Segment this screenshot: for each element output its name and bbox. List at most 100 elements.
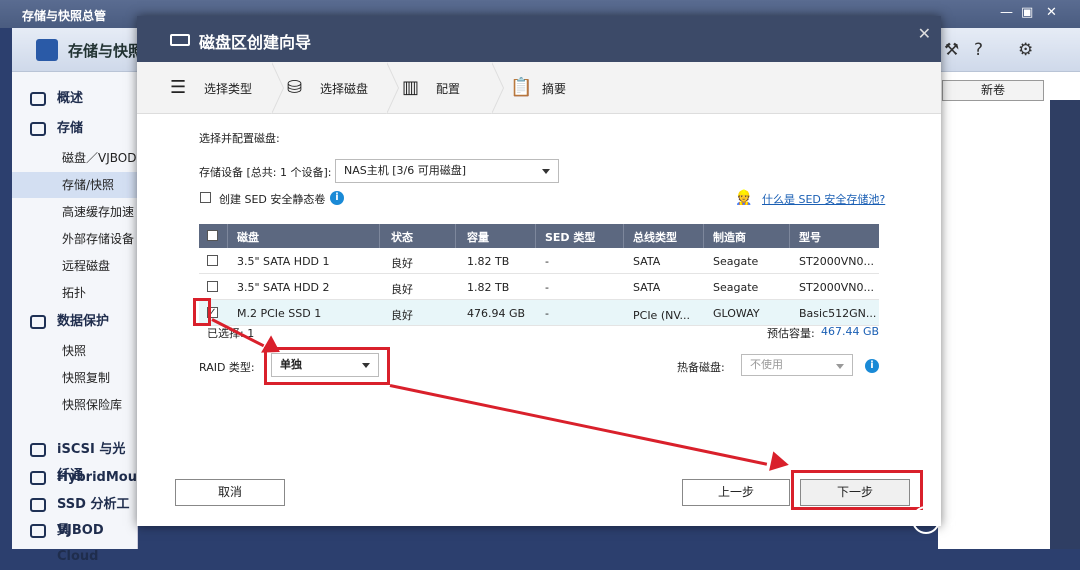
estimated-capacity-label: 预估容量: <box>767 327 815 340</box>
storage-device-select[interactable]: NAS主机 [3/6 可用磁盘] <box>335 159 559 183</box>
step-divider <box>386 62 399 114</box>
minimize-icon[interactable]: — <box>1000 5 1013 20</box>
sidebar-item[interactable]: 快照复制 <box>12 365 138 391</box>
new-volume-button[interactable]: 新卷 <box>942 80 1044 101</box>
row-checkbox[interactable] <box>207 255 218 266</box>
cell-sed: - <box>545 255 549 268</box>
assistant-icon: 👷 <box>735 190 753 206</box>
sed-checkbox[interactable] <box>200 192 211 203</box>
clipboard-icon: 📋 <box>510 77 533 98</box>
cell-bus: SATA <box>633 255 661 268</box>
sidebar-item[interactable]: HybridMount <box>12 465 152 491</box>
annotation-box-checkbox <box>193 298 211 326</box>
col-manufacturer[interactable]: 制造商 <box>713 229 746 245</box>
volume-wizard-dialog: 磁盘区创建向导 ✕ ☰ 选择类型 ⛁ 选择磁盘 ▥ 配置 📋 摘要 选择并配置磁… <box>137 16 941 526</box>
col-model[interactable]: 型号 <box>799 229 821 245</box>
sidebar-item[interactable]: 存储/快照 <box>12 172 138 198</box>
cell-status: 良好 <box>391 309 413 322</box>
step-label: 摘要 <box>542 82 567 96</box>
watermark: 什么值得买 <box>950 514 1050 538</box>
cell-capacity: 476.94 GB <box>467 307 526 320</box>
maximize-icon[interactable]: ▣ <box>1021 5 1033 20</box>
sidebar-item-label: 快照复制 <box>62 371 111 385</box>
cell-model: ST2000VN0... <box>799 255 874 268</box>
info-icon[interactable]: i <box>330 191 344 205</box>
sidebar-item[interactable]: 远程磁盘 <box>12 253 138 279</box>
sidebar-item-label: 高速缓存加速 <box>62 205 135 219</box>
cell-sed: - <box>545 281 549 294</box>
sidebar-item-label: 存储/快照 <box>62 178 115 192</box>
tools-icon[interactable]: ⚒ <box>944 40 959 60</box>
background-strip <box>1050 100 1080 549</box>
cell-status: 良好 <box>391 257 413 270</box>
storage-device-value: NAS主机 [3/6 可用磁盘] <box>344 164 467 177</box>
table-row[interactable]: 3.5" SATA HDD 1 良好 1.82 TB - SATA Seagate ST20… <box>199 248 879 274</box>
step-label: 选择磁盘 <box>320 82 369 96</box>
hot-spare-value: 不使用 <box>750 358 783 371</box>
hot-spare-select[interactable]: 不使用 <box>741 354 853 376</box>
cell-disk: 3.5" SATA HDD 1 <box>237 255 330 268</box>
settings-gear-icon[interactable]: ⚙ <box>1018 40 1033 60</box>
section-title: 选择并配置磁盘: <box>199 132 280 145</box>
sidebar-item[interactable]: 快照 <box>12 338 138 364</box>
sidebar-item[interactable]: 高速缓存加速 <box>12 199 138 225</box>
cancel-button[interactable]: 取消 <box>175 479 285 506</box>
cell-model: ST2000VN0... <box>799 281 874 294</box>
select-all-checkbox[interactable] <box>207 230 218 241</box>
close-window-icon[interactable]: ✕ <box>1046 5 1057 20</box>
nav-icon <box>30 122 46 136</box>
sidebar-item[interactable]: 数据保护 <box>12 309 138 335</box>
nav-icon <box>30 443 46 457</box>
info-icon[interactable]: i <box>865 359 879 373</box>
watermark-logo-icon <box>912 506 940 534</box>
sidebar-item[interactable]: 概述 <box>12 86 138 112</box>
sidebar-item-label: 磁盘／VJBOD <box>62 151 137 165</box>
sed-checkbox-label: 创建 SED 安全静态卷 <box>219 193 326 206</box>
col-disk[interactable]: 磁盘 <box>237 229 259 245</box>
table-row[interactable]: ✓ M.2 PCIe SSD 1 良好 476.94 GB - PCIe (NV... GL… <box>199 300 879 326</box>
nav-icon <box>30 315 46 329</box>
step-select-disk: ⛁ 选择磁盘 <box>287 62 397 114</box>
sidebar-item[interactable]: 快照保险库 <box>12 392 138 418</box>
dialog-close-icon[interactable]: ✕ <box>918 24 931 43</box>
col-status[interactable]: 状态 <box>391 229 413 245</box>
cell-disk: 3.5" SATA HDD 2 <box>237 281 330 294</box>
sidebar-item[interactable]: 外部存储设备 <box>12 226 138 252</box>
step-divider <box>491 62 504 114</box>
sidebar-item[interactable]: 存储 <box>12 116 138 142</box>
step-configure: ▥ 配置 <box>402 62 492 114</box>
col-sed-type[interactable]: SED 类型 <box>545 229 595 245</box>
step-divider <box>271 62 284 114</box>
sed-help-link[interactable]: 什么是 SED 安全存储池? <box>762 191 885 207</box>
col-capacity[interactable]: 容量 <box>467 229 489 245</box>
sidebar-item[interactable]: 拓扑 <box>12 280 138 306</box>
config-icon: ▥ <box>402 77 420 98</box>
prev-button[interactable]: 上一步 <box>682 479 790 506</box>
hot-spare-label: 热备磁盘: <box>677 361 725 374</box>
sidebar-item-label: 拓扑 <box>62 286 87 300</box>
cell-maker: Seagate <box>713 255 759 268</box>
sidebar-item-label: 快照 <box>62 344 87 358</box>
row-checkbox[interactable] <box>207 281 218 292</box>
annotation-box-next <box>791 470 923 510</box>
sidebar: 概述存储磁盘／VJBOD 存储/快照高速缓存加速外部存储设备 远程磁盘拓扑数据保护快… <box>12 72 152 564</box>
sidebar-item[interactable]: SSD 分析工具 <box>12 492 138 538</box>
table-row[interactable]: 3.5" SATA HDD 2 良好 1.82 TB - SATA Seagate ST20… <box>199 274 879 300</box>
sidebar-item[interactable]: VJBOD Cloud <box>12 518 138 564</box>
cell-sed: - <box>545 307 549 320</box>
table-header: 磁盘 状态 容量 SED 类型 总线类型 制造商 型号 <box>199 224 879 248</box>
wizard-steps: ☰ 选择类型 ⛁ 选择磁盘 ▥ 配置 📋 摘要 <box>137 62 941 114</box>
chevron-down-icon <box>542 169 550 174</box>
chevron-down-icon <box>836 364 844 369</box>
help-icon[interactable]: ? <box>974 40 983 60</box>
sidebar-item[interactable]: iSCSI 与光纤通 <box>12 437 138 483</box>
step-select-type: ☰ 选择类型 <box>167 62 277 114</box>
dialog-title: 磁盘区创建向导 <box>199 33 312 52</box>
dialog-header: 磁盘区创建向导 ✕ <box>137 16 941 62</box>
estimated-capacity-value: 467.44 GB <box>821 325 880 338</box>
cell-maker: GLOWAY <box>713 307 760 320</box>
sidebar-item[interactable]: 磁盘／VJBOD <box>12 145 138 171</box>
col-bus-type[interactable]: 总线类型 <box>633 229 677 245</box>
cell-bus: SATA <box>633 281 661 294</box>
sidebar-item-label: VJBOD Cloud <box>57 523 104 564</box>
